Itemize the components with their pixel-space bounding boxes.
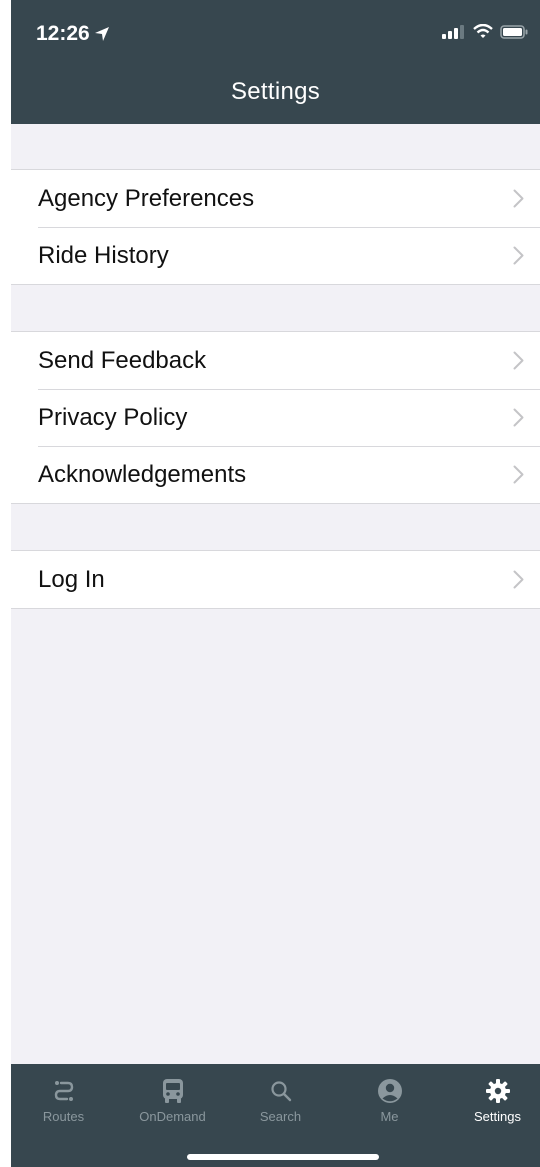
acknowledgements-row[interactable]: Acknowledgements	[11, 446, 540, 503]
send-feedback-row[interactable]: Send Feedback	[11, 332, 540, 389]
chevron-right-icon	[513, 570, 524, 589]
signal-icon	[442, 24, 464, 39]
tab-label: Settings	[474, 1109, 521, 1124]
privacy-policy-row[interactable]: Privacy Policy	[11, 389, 540, 446]
row-label: Agency Preferences	[38, 184, 255, 212]
log-in-row[interactable]: Log In	[11, 551, 540, 608]
tab-bar: Routes OnDemand Search Me Settings	[11, 1064, 540, 1167]
tab-label: Search	[259, 1109, 302, 1124]
agency-preferences-row[interactable]: Agency Preferences	[11, 170, 540, 227]
ride-history-row[interactable]: Ride History	[11, 227, 540, 284]
chevron-right-icon	[513, 465, 524, 484]
tab-label: Routes	[42, 1109, 85, 1124]
gear-icon	[485, 1079, 510, 1103]
row-label: Acknowledgements	[38, 460, 247, 488]
routes-icon	[54, 1081, 73, 1101]
settings-group-account: Agency Preferences Ride History	[11, 169, 540, 285]
status-time-text: 12:26	[36, 22, 90, 45]
tab-ondemand[interactable]: OnDemand	[120, 1076, 225, 1136]
status-time: 12:26	[36, 22, 110, 46]
tab-label: OnDemand	[139, 1109, 206, 1124]
chevron-right-icon	[513, 351, 524, 370]
tab-settings[interactable]: Settings	[445, 1076, 540, 1136]
header: 12:26 Settings	[11, 0, 540, 124]
chevron-right-icon	[513, 408, 524, 427]
tab-routes[interactable]: Routes	[11, 1076, 116, 1136]
tab-label: Me	[380, 1109, 399, 1124]
page-title: Settings	[230, 78, 321, 105]
phone-screen: 12:26 Settings Agency Preferences Ride H…	[11, 0, 540, 1167]
battery-icon	[500, 24, 528, 39]
row-label: Log In	[38, 565, 105, 593]
tab-me[interactable]: Me	[337, 1076, 442, 1136]
settings-group-login: Log In	[11, 550, 540, 609]
home-indicator	[187, 1154, 379, 1160]
person-icon	[377, 1079, 402, 1103]
chevron-right-icon	[513, 189, 524, 208]
tab-search[interactable]: Search	[228, 1076, 333, 1136]
row-label: Ride History	[38, 241, 169, 269]
bus-icon	[162, 1079, 183, 1103]
settings-group-info: Send Feedback Privacy Policy Acknowledge…	[11, 331, 540, 504]
row-label: Privacy Policy	[38, 403, 188, 431]
search-icon	[270, 1081, 291, 1102]
chevron-right-icon	[513, 246, 524, 265]
wifi-icon	[473, 24, 493, 38]
location-arrow-icon	[94, 27, 109, 41]
row-label: Send Feedback	[38, 346, 207, 374]
status-icons	[442, 24, 528, 39]
